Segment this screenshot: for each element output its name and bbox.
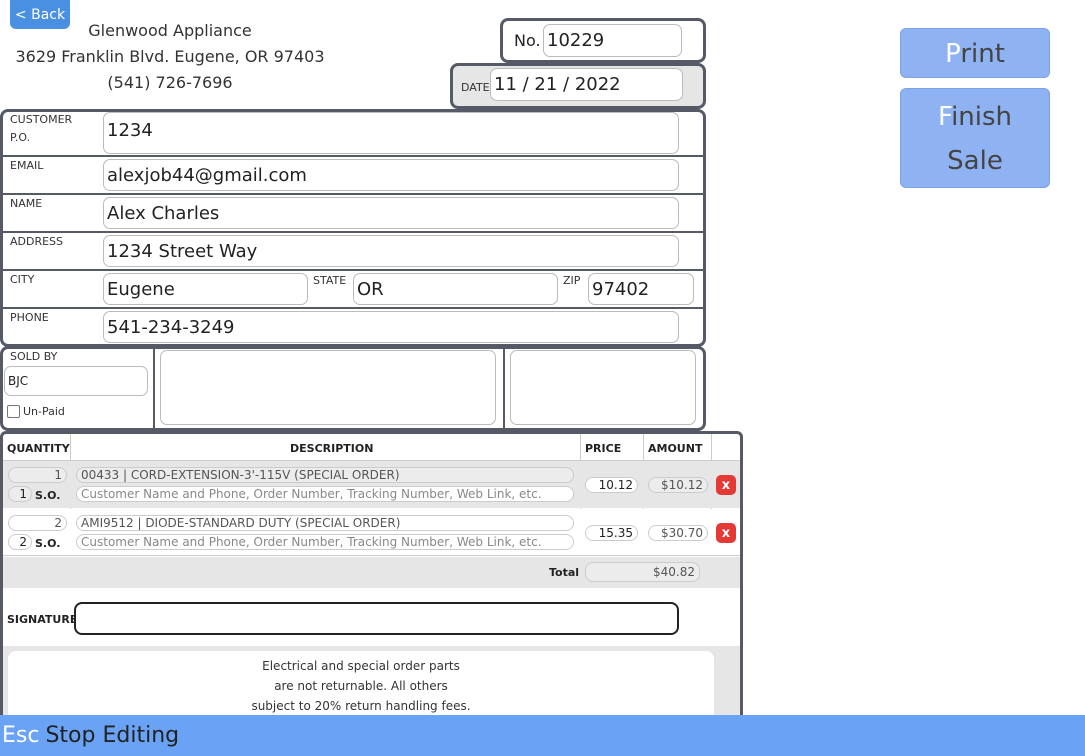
signature-label: SIGNATURE [7,613,78,626]
header-price: PRICE [585,442,622,455]
signature-field[interactable] [74,602,679,635]
po-label-2: P.O. [10,131,31,144]
header-quantity: QUANTITY [7,442,70,455]
row-description[interactable]: AMI9512 | DIODE-STANDARD DUTY (SPECIAL O… [76,515,574,531]
sold-by-field[interactable]: BJC [4,366,148,396]
po-label-1: CUSTOMER [10,113,73,126]
store-address: 3629 Franklin Blvd. Eugene, OR 97403 [15,47,325,66]
table-row: 2 2 S.O. AMI9512 | DIODE-STANDARD DUTY (… [3,509,740,556]
date-box: DATE 11 / 21 / 2022 [450,63,706,109]
policy-line-1: Electrical and special order parts [262,659,460,673]
address-label: ADDRESS [10,235,64,248]
signature-row: SIGNATURE [3,588,740,646]
esc-key-label: Esc [2,723,40,748]
row-so-quantity[interactable]: 2 [8,534,32,550]
row-amount: $10.12 [648,477,708,493]
table-header: QUANTITY DESCRIPTION PRICE AMOUNT [3,434,740,461]
email-label: EMAIL [10,159,44,172]
finish-sale-button[interactable]: Finish Sale [900,88,1050,188]
header-amount: AMOUNT [648,442,703,455]
phone-label: PHONE [10,311,49,324]
store-phone: (541) 726-7696 [107,73,233,92]
date-field[interactable]: 11 / 21 / 2022 [490,68,683,101]
finish-label-first: F [937,102,952,132]
unpaid-checkbox[interactable] [7,405,20,418]
customer-po-field[interactable]: 1234 [103,112,679,154]
row-so-label: S.O. [35,537,61,550]
phone-field[interactable]: 541-234-3249 [103,311,679,343]
row-amount: $30.70 [648,525,708,541]
row-price[interactable]: 15.35 [585,525,638,541]
unpaid-label: Un-Paid [23,405,65,418]
city-label: CITY [10,273,35,286]
invoice-number-field[interactable]: 10229 [543,24,682,57]
table-row: 1 1 S.O. 00433 | CORD-EXTENSION-3'-115V … [3,461,740,508]
row-notes-placeholder: Customer Name and Phone, Order Number, T… [81,535,542,549]
state-field[interactable]: OR [353,273,558,305]
policy-area: Electrical and special order parts are n… [3,646,740,721]
stop-editing-label: Stop Editing [45,723,180,748]
stop-editing-bar[interactable]: Esc Stop Editing [0,715,1085,756]
row-quantity[interactable]: 2 [8,515,67,531]
sold-by-label: SOLD BY [10,350,58,363]
city-field[interactable]: Eugene [103,273,308,305]
zip-label: ZIP [563,274,581,287]
total-value: $40.82 [585,562,700,582]
header-description: DESCRIPTION [290,442,374,455]
notes-textarea-2[interactable] [510,350,696,425]
finish-label-line2: Sale [947,146,1003,176]
notes-textarea-1[interactable] [160,350,496,425]
items-table: QUANTITY DESCRIPTION PRICE AMOUNT 1 1 S.… [0,431,743,721]
row-notes[interactable]: Customer Name and Phone, Order Number, T… [76,486,574,502]
delete-row-button[interactable]: x [716,475,736,495]
policy-line-3: subject to 20% return handling fees. [251,699,471,713]
row-notes-placeholder: Customer Name and Phone, Order Number, T… [81,487,542,501]
delete-row-button[interactable]: x [716,523,736,543]
policy-line-2: are not returnable. All others [274,679,448,693]
row-quantity[interactable]: 1 [8,467,67,483]
row-notes[interactable]: Customer Name and Phone, Order Number, T… [76,534,574,550]
address-field[interactable]: 1234 Street Way [103,235,679,267]
store-name: Glenwood Appliance [88,21,252,40]
finish-label-rest: inish [951,102,1013,132]
email-field[interactable]: alexjob44@gmail.com [103,159,679,191]
state-label: STATE [313,274,347,287]
row-description[interactable]: 00433 | CORD-EXTENSION-3'-115V (SPECIAL … [76,467,574,483]
date-label: DATE [461,81,490,94]
policy-box: Electrical and special order parts are n… [8,651,714,721]
name-field[interactable]: Alex Charles [103,197,679,229]
invoice-number-label: No. [514,31,541,50]
row-so-quantity[interactable]: 1 [8,486,32,502]
row-price[interactable]: 10.12 [585,477,638,493]
zip-field[interactable]: 97402 [588,273,694,305]
total-row: Total $40.82 [3,557,740,588]
name-label: NAME [10,197,43,210]
print-button[interactable]: Print [900,28,1050,78]
total-label: Total [549,566,580,579]
invoice-number-box: No. 10229 [500,18,706,63]
print-label-rest: rint [960,39,1005,69]
print-label-first: P [945,39,961,69]
row-so-label: S.O. [35,489,61,502]
